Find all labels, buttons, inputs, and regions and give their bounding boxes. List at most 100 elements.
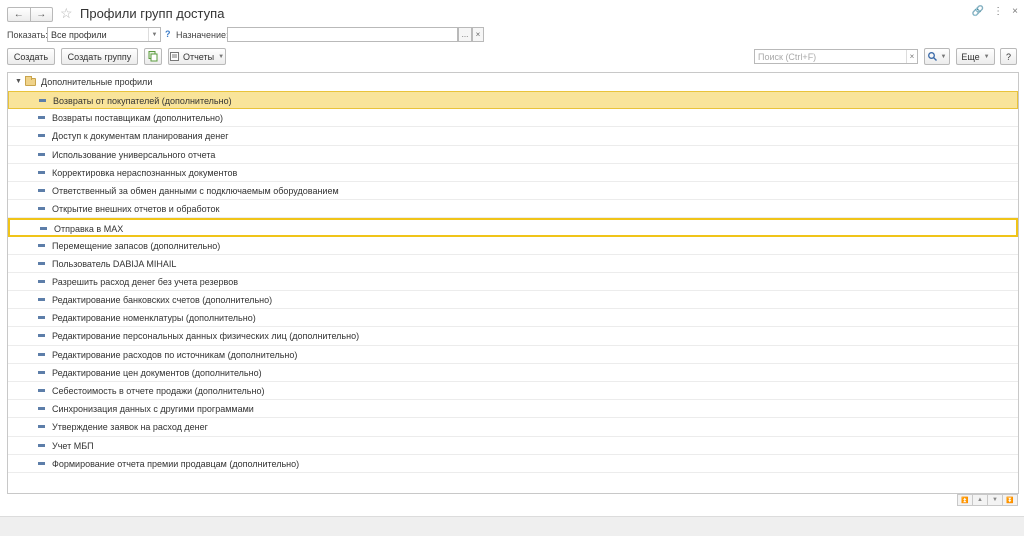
status-bar [0,516,1024,536]
tree-row-label: Использование универсального отчета [52,149,216,160]
title-bar: ← → ☆ Профили групп доступа 🔗 ⋮ × [0,0,1024,28]
tree-row-label: Перемещение запасов (дополнительно) [52,240,221,251]
tree-row[interactable]: Доступ к документам планирования денег [8,127,1018,146]
profile-item-icon [38,352,45,356]
tree-root-row[interactable]: ▼ Дополнительные профили [8,75,1018,89]
search-input[interactable]: Поиск (Ctrl+F) × [754,49,918,64]
profile-item-icon [38,170,45,174]
tree-row-label: Пользователь DABIJA MIHAIL [52,258,177,269]
search-button[interactable]: ▼ [924,48,950,65]
favorite-star-icon[interactable]: ☆ [60,5,73,21]
reports-button[interactable]: Отчеты ▼ [168,48,226,65]
tree-row[interactable]: Редактирование номенклатуры (дополнитель… [8,309,1018,328]
tree-row[interactable]: Открытие внешних отчетов и обработок [8,200,1018,219]
search-placeholder: Поиск (Ctrl+F) [758,52,817,62]
profile-item-icon [38,316,45,320]
tree-row[interactable]: Ответственный за обмен данными с подключ… [8,182,1018,201]
help-button[interactable]: ? [1000,48,1017,65]
arrow-left-icon: ← [13,9,24,20]
tree-row[interactable]: Учет МБП [8,437,1018,455]
tree-row-label: Разрешить расход денег без учета резерво… [52,276,239,287]
tree-row-label: Отправка в MAX [54,224,124,235]
profile-item-icon [38,425,45,429]
create-group-button-label: Создать группу [67,51,132,62]
tree-row[interactable]: Редактирование цен документов (дополните… [8,364,1018,382]
go-last-button[interactable]: ⏬ [1002,494,1018,506]
navigation-buttons: ← → [7,7,53,22]
tree-row[interactable]: Возвраты от покупателей (дополнительно) [8,91,1018,110]
profiles-tree[interactable]: ▼ Дополнительные профили Возвраты от пок… [7,72,1019,494]
chevron-down-icon: ▼ [983,53,990,60]
profile-item-icon [38,134,45,138]
tree-row[interactable]: Использование универсального отчета [8,146,1018,164]
go-first-button[interactable]: ⏫ [957,494,973,506]
tree-row[interactable]: Редактирование расходов по источникам (д… [8,346,1018,364]
expand-icon[interactable]: ▼ [15,78,22,85]
folder-icon [25,76,36,86]
go-down-button[interactable]: ▼ [987,494,1003,506]
profile-item-icon [38,207,45,211]
purpose-clear-button[interactable]: × [472,27,484,42]
tree-row[interactable]: Пользователь DABIJA MIHAIL [8,255,1018,273]
tree-row[interactable]: Корректировка нераспознанных документов [8,164,1018,182]
search-clear-icon[interactable]: × [906,50,917,63]
close-icon[interactable]: × [1012,6,1018,17]
tree-row[interactable]: Формирование отчета премии продавцам (до… [8,455,1018,473]
tree-row-label: Открытие внешних отчетов и обработок [52,204,220,215]
chevron-down-icon: ▼ [218,53,225,60]
tree-row[interactable]: Перемещение запасов (дополнительно) [8,237,1018,255]
create-group-button[interactable]: Создать группу [61,48,138,65]
show-select[interactable]: Все профили ▼ [47,27,161,42]
go-up-button[interactable]: ▲ [972,494,988,506]
tree-row-label: Редактирование номенклатуры (дополнитель… [52,313,256,324]
page-title: Профили групп доступа [80,6,225,21]
create-button-label: Создать [13,51,49,62]
profile-item-icon [38,261,45,265]
show-label: Показать: [7,30,48,40]
copy-button[interactable] [144,48,162,65]
tree-row-label: Редактирование расходов по источникам (д… [52,349,298,360]
create-button[interactable]: Создать [7,48,55,65]
link-icon[interactable]: 🔗 [972,6,984,17]
list-navigation: ⏫ ▲ ▼ ⏬ [957,494,1018,506]
tree-row-label: Себестоимость в отчете продажи (дополнит… [52,386,265,396]
tree-row[interactable]: Разрешить расход денег без учета резерво… [8,273,1018,292]
profile-item-icon [39,99,46,102]
more-menu-icon[interactable]: ⋮ [993,6,1003,17]
tree-root-label: Дополнительные профили [41,77,153,87]
forward-button[interactable]: → [29,8,53,21]
profile-item-icon [38,461,45,465]
profile-item-icon [38,443,45,447]
profile-item-icon [38,152,45,156]
tree-row-label: Редактирование банковских счетов (дополн… [52,295,273,306]
tree-row[interactable]: Себестоимость в отчете продажи (дополнит… [8,382,1018,401]
tree-row-label: Возвраты поставщикам (дополнительно) [52,113,223,124]
purpose-select-button[interactable]: ... [458,27,472,42]
profile-item-icon [38,334,45,338]
tree-row-label: Возвраты от покупателей (дополнительно) [53,96,232,106]
window-controls: 🔗 ⋮ × [972,6,1018,17]
tree-row-label: Синхронизация данных с другими программа… [52,404,254,415]
show-select-value: Все профили [51,30,107,40]
more-button[interactable]: Еще ▼ [956,48,995,65]
purpose-input[interactable] [227,27,458,42]
filter-row: Показать: Все профили ▼ ? Назначение: ..… [0,27,1024,44]
help-button-label: ? [1005,51,1011,62]
tree-row-label: Учет МБП [52,440,94,451]
back-button[interactable]: ← [8,8,30,21]
tree-row[interactable]: Синхронизация данных с другими программа… [8,400,1018,419]
copy-icon [148,51,158,62]
profile-item-icon [38,279,45,283]
tree-row[interactable]: Редактирование персональных данных физич… [8,327,1018,346]
profile-item-icon [38,407,45,411]
tree-row[interactable]: Редактирование банковских счетов (дополн… [8,291,1018,310]
help-icon[interactable]: ? [165,29,171,39]
profile-item-icon [38,298,45,302]
profile-item-icon [40,227,47,231]
tree-row[interactable]: Утверждение заявок на расход денег [8,418,1018,437]
tree-row-label: Доступ к документам планирования денег [52,131,229,142]
chevron-down-icon[interactable]: ▼ [148,28,160,41]
tree-row[interactable]: Возвраты поставщикам (дополнительно) [8,109,1018,128]
tree-row[interactable]: Отправка в MAX [8,218,1018,237]
tree-row-label: Редактирование цен документов (дополните… [52,367,262,378]
